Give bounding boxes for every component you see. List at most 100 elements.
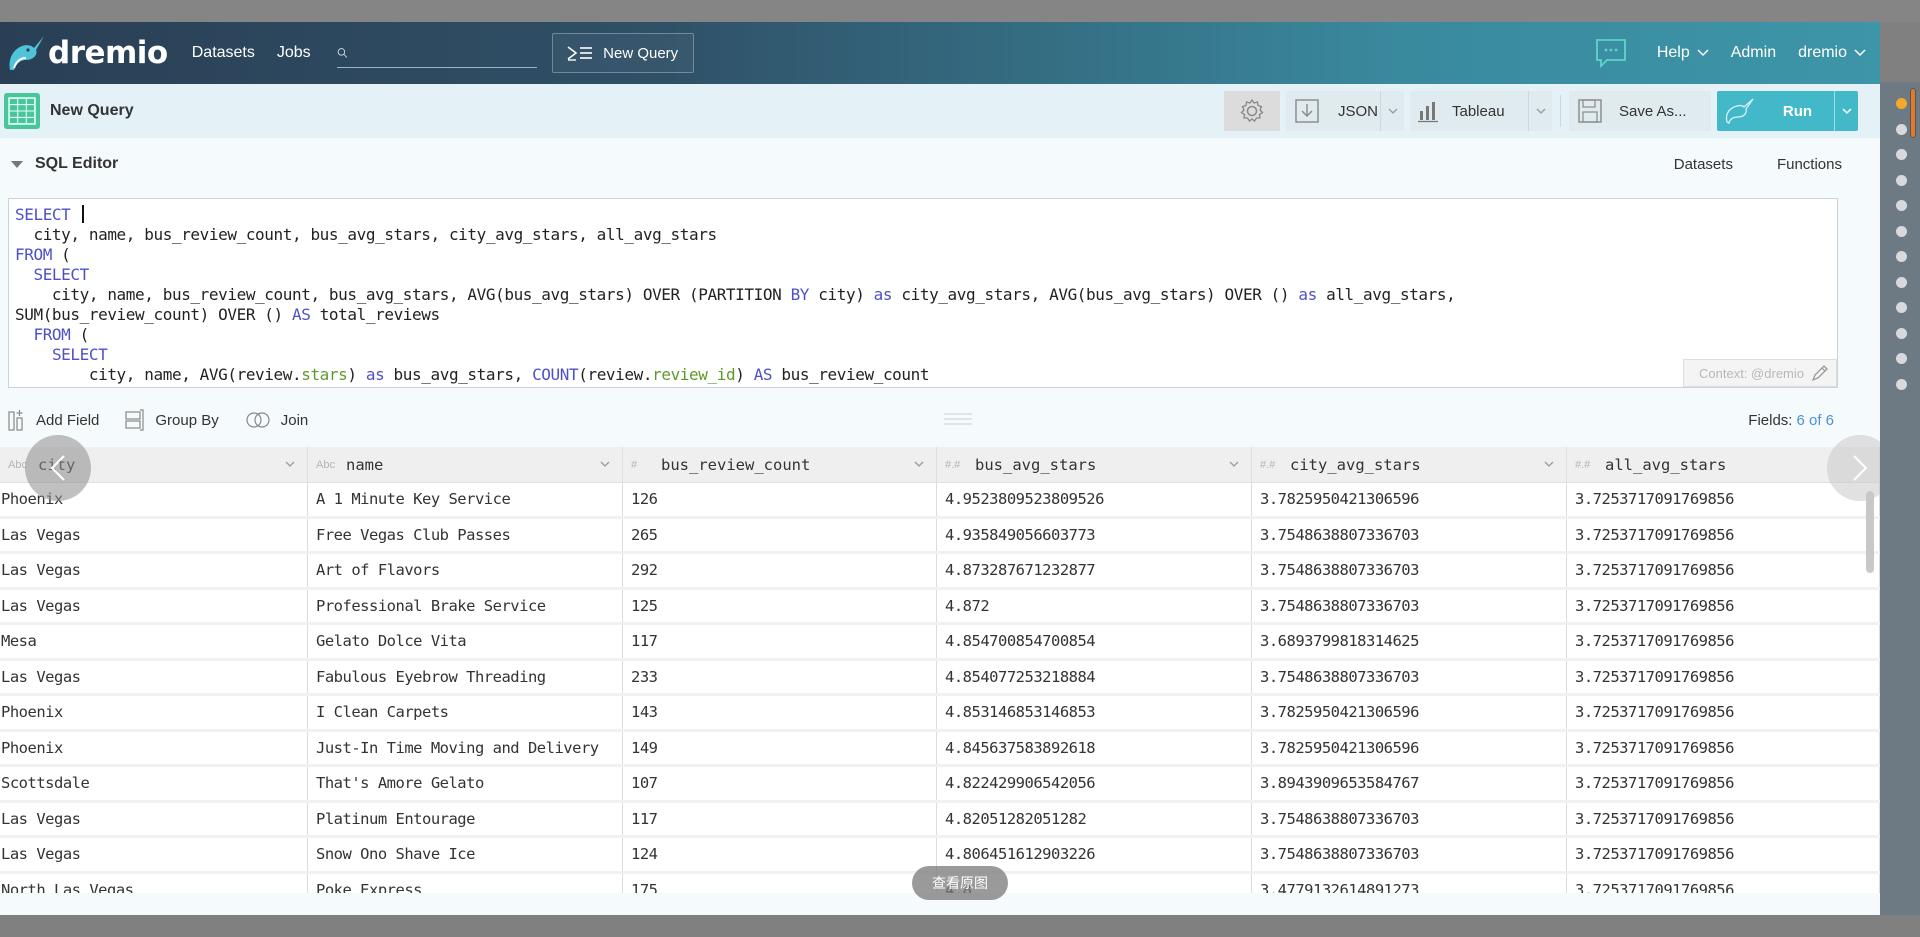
cell-city[interactable]: Las Vegas — [0, 660, 308, 693]
nav-jobs[interactable]: Jobs — [277, 44, 311, 62]
cell-city_avg_stars[interactable]: 3.7825950421306596 — [1252, 483, 1567, 516]
cell-bus_avg_stars[interactable]: 4.872 — [937, 589, 1252, 622]
cell-all_avg_stars[interactable]: 3.7253717091769856 — [1567, 554, 1880, 587]
cell-bus_review_count[interactable]: 175 — [623, 873, 937, 893]
cell-city[interactable]: Las Vegas — [0, 838, 308, 871]
dremio-logo[interactable]: dremio — [4, 32, 168, 74]
cell-bus_review_count[interactable]: 117 — [623, 625, 937, 658]
cell-bus_review_count[interactable]: 265 — [623, 518, 937, 551]
cell-bus_review_count[interactable]: 117 — [623, 802, 937, 835]
table-row[interactable]: Las Vegas Art of Flavors 292 4.873287671232… — [0, 554, 1880, 590]
nav-datasets[interactable]: Datasets — [192, 44, 255, 62]
cell-name[interactable]: Snow Ono Shave Ice — [308, 838, 623, 871]
cell-bus_avg_stars[interactable]: 4.854700854700854 — [937, 625, 1252, 658]
add-field-button[interactable]: Add Field — [8, 409, 99, 431]
cell-all_avg_stars[interactable]: 3.7253717091769856 — [1567, 873, 1880, 893]
cell-city[interactable]: Las Vegas — [0, 589, 308, 622]
cell-city_avg_stars[interactable]: 3.7548638807336703 — [1252, 554, 1567, 587]
cell-city[interactable]: Las Vegas — [0, 802, 308, 835]
cell-bus_review_count[interactable]: 125 — [623, 589, 937, 622]
cell-name[interactable]: Free Vegas Club Passes — [308, 518, 623, 551]
cell-bus_review_count[interactable]: 149 — [623, 731, 937, 764]
rail-dot[interactable] — [1896, 225, 1907, 237]
new-query-button[interactable]: New Query — [551, 33, 694, 73]
cell-city_avg_stars[interactable]: 3.7548638807336703 — [1252, 660, 1567, 693]
cell-name[interactable]: Art of Flavors — [308, 554, 623, 587]
cell-city_avg_stars[interactable]: 3.6893799818314625 — [1252, 625, 1567, 658]
table-row[interactable]: Mesa Gelato Dolce Vita 117 4.85470085470085… — [0, 625, 1880, 661]
cell-city_avg_stars[interactable]: 3.7548638807336703 — [1252, 802, 1567, 835]
cell-bus_avg_stars[interactable]: 4.822429906542056 — [937, 767, 1252, 800]
rail-dot[interactable] — [1896, 327, 1907, 339]
cell-bus_avg_stars[interactable]: 4.853146853146853 — [937, 696, 1252, 729]
cell-city[interactable]: Las Vegas — [0, 554, 308, 587]
cell-bus_review_count[interactable]: 233 — [623, 660, 937, 693]
help-menu[interactable]: Help — [1657, 44, 1709, 62]
column-menu-chevron-icon[interactable] — [285, 461, 295, 468]
cell-all_avg_stars[interactable]: 3.7253717091769856 — [1567, 802, 1880, 835]
cell-bus_review_count[interactable]: 126 — [623, 483, 937, 516]
cell-city[interactable]: Mesa — [0, 625, 308, 658]
cell-bus_avg_stars[interactable]: 4.9523809523809526 — [937, 483, 1252, 516]
grid-vertical-scrollbar[interactable] — [1866, 491, 1874, 573]
cell-city_avg_stars[interactable]: 3.4779132614891273 — [1252, 873, 1567, 893]
cell-name[interactable]: I Clean Carpets — [308, 696, 623, 729]
rail-dot[interactable] — [1896, 276, 1907, 288]
tableau-dropdown-caret[interactable] — [1528, 91, 1552, 131]
cell-all_avg_stars[interactable]: 3.7253717091769856 — [1567, 767, 1880, 800]
cell-name[interactable]: A 1 Minute Key Service — [308, 483, 623, 516]
table-row[interactable]: Las Vegas Fabulous Eyebrow Threading 233 4.… — [0, 660, 1880, 696]
admin-link[interactable]: Admin — [1731, 44, 1776, 62]
datasets-panel-link[interactable]: Datasets — [1674, 156, 1733, 173]
cell-city_avg_stars[interactable]: 3.7825950421306596 — [1252, 696, 1567, 729]
tableau-button[interactable]: Tableau — [1410, 91, 1552, 131]
cell-city[interactable]: Phoenix — [0, 731, 308, 764]
column-menu-chevron-icon[interactable] — [1544, 461, 1554, 468]
cell-all_avg_stars[interactable]: 3.7253717091769856 — [1567, 731, 1880, 764]
table-row[interactable]: Phoenix I Clean Carpets 143 4.8531468531468… — [0, 696, 1880, 732]
cell-all_avg_stars[interactable]: 3.7253717091769856 — [1567, 660, 1880, 693]
rail-dot[interactable] — [1896, 251, 1907, 262]
rail-dot[interactable] — [1896, 302, 1907, 313]
cell-bus_avg_stars[interactable]: 4.935849056603773 — [937, 518, 1252, 551]
rail-dot[interactable] — [1896, 174, 1907, 186]
cell-name[interactable]: Gelato Dolce Vita — [308, 625, 623, 658]
cell-city[interactable]: Phoenix — [0, 696, 308, 729]
cell-all_avg_stars[interactable]: 3.7253717091769856 — [1567, 838, 1880, 871]
column-header-name[interactable]: Abc name — [308, 447, 623, 483]
column-header-bus_avg_stars[interactable]: #.# bus_avg_stars — [937, 447, 1252, 483]
cell-bus_review_count[interactable]: 292 — [623, 554, 937, 587]
cell-city_avg_stars[interactable]: 3.7548638807336703 — [1252, 838, 1567, 871]
save-as-button[interactable]: Save As... — [1569, 91, 1711, 131]
json-dropdown-caret[interactable] — [1380, 91, 1404, 131]
cell-all_avg_stars[interactable]: 3.7253717091769856 — [1567, 696, 1880, 729]
column-menu-chevron-icon[interactable] — [600, 461, 610, 468]
cell-name[interactable]: Fabulous Eyebrow Threading — [308, 660, 623, 693]
cell-name[interactable]: Poke Express — [308, 873, 623, 893]
table-row[interactable]: Las Vegas Platinum Entourage 117 4.82051282… — [0, 802, 1880, 838]
rail-scroll-indicator[interactable] — [1910, 88, 1916, 138]
run-dropdown-caret[interactable] — [1834, 91, 1858, 131]
cell-name[interactable]: Platinum Entourage — [308, 802, 623, 835]
cell-bus_review_count[interactable]: 107 — [623, 767, 937, 800]
user-menu[interactable]: dremio — [1798, 44, 1866, 62]
rail-dot[interactable] — [1896, 353, 1907, 364]
cell-name[interactable]: That's Amore Gelato — [308, 767, 623, 800]
previous-image-button[interactable] — [25, 435, 91, 501]
settings-button[interactable] — [1224, 91, 1280, 131]
functions-panel-link[interactable]: Functions — [1777, 156, 1842, 173]
cell-city_avg_stars[interactable]: 3.7825950421306596 — [1252, 731, 1567, 764]
chat-icon[interactable] — [1595, 38, 1627, 68]
column-menu-chevron-icon[interactable] — [914, 461, 924, 468]
cell-bus_avg_stars[interactable]: 4.854077253218884 — [937, 660, 1252, 693]
cell-bus_review_count[interactable]: 124 — [623, 838, 937, 871]
cell-all_avg_stars[interactable]: 3.7253717091769856 — [1567, 518, 1880, 551]
group-by-button[interactable]: Group By — [125, 409, 219, 431]
cell-bus_avg_stars[interactable]: 4.845637583892618 — [937, 731, 1252, 764]
cell-city[interactable]: Las Vegas — [0, 518, 308, 551]
rail-dot[interactable] — [1896, 123, 1907, 135]
resize-handle-icon[interactable] — [944, 412, 972, 426]
fields-count-link[interactable]: 6 of 6 — [1796, 412, 1834, 429]
table-row[interactable]: Phoenix A 1 Minute Key Service 126 4.952380… — [0, 483, 1880, 519]
cell-bus_review_count[interactable]: 143 — [623, 696, 937, 729]
